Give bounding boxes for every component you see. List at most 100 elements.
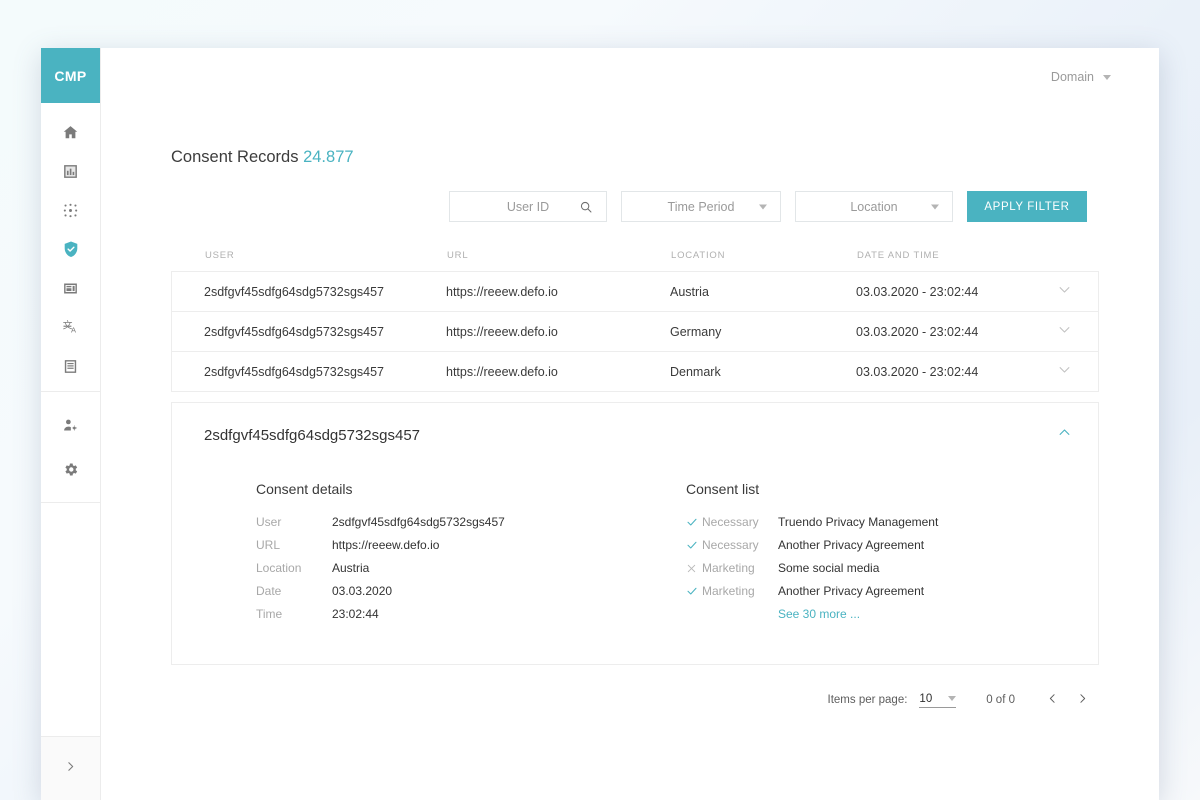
chevron-down-icon (1057, 322, 1072, 342)
expanded-record-header[interactable]: 2sdfgvf45sdfg64sdg5732sgs457 (204, 425, 1072, 445)
page-title: Consent Records 24.877 (171, 148, 1099, 167)
consent-category: Marketing (702, 584, 778, 598)
cell-user: 2sdfgvf45sdfg64sdg5732sgs457 (172, 325, 414, 339)
cell-user: 2sdfgvf45sdfg64sdg5732sgs457 (172, 285, 414, 299)
content-area: Consent Records 24.877 User ID Time Peri… (101, 148, 1159, 713)
detail-value: 2sdfgvf45sdfg64sdg5732sgs457 (332, 515, 505, 529)
apply-filter-button[interactable]: APPLY FILTER (967, 191, 1087, 222)
cell-url: https://reeew.defo.io (414, 365, 638, 379)
chevron-down-icon (948, 696, 956, 701)
sidebar-item-settings[interactable] (53, 456, 89, 482)
sidebar-item-users[interactable] (53, 412, 89, 438)
row-expand-toggle[interactable] (1057, 282, 1098, 302)
cell-location: Austria (638, 285, 824, 299)
chevron-down-icon (1103, 75, 1111, 80)
consent-details-section: Consent details User 2sdfgvf45sdfg64sdg5… (256, 481, 686, 630)
sidebar-secondary-nav (41, 392, 100, 503)
sidebar-spacer (41, 503, 100, 736)
sidebar-item-reports[interactable] (53, 353, 89, 379)
detail-field-url: URL https://reeew.defo.io (256, 538, 686, 552)
see-more-link[interactable]: See 30 more ... (778, 607, 938, 621)
time-period-label: Time Period (668, 200, 735, 214)
search-icon[interactable] (579, 200, 593, 214)
table-row[interactable]: 2sdfgvf45sdfg64sdg5732sgs457 https://ree… (171, 272, 1099, 312)
detail-label: User (256, 515, 332, 529)
row-expand-toggle[interactable] (1057, 362, 1098, 382)
sidebar-expand-toggle[interactable] (41, 736, 100, 800)
cross-icon (686, 563, 702, 574)
expanded-record-panel: 2sdfgvf45sdfg64sdg5732sgs457 Consent det… (171, 402, 1099, 665)
document-list-icon (62, 358, 79, 375)
bar-chart-icon (62, 163, 79, 180)
consent-label: Another Privacy Agreement (778, 584, 924, 598)
column-header-datetime: DATE AND TIME (825, 250, 1025, 261)
column-header-url: URL (415, 250, 639, 261)
sidebar-item-analytics[interactable] (53, 158, 89, 184)
domain-selector-label: Domain (1051, 70, 1094, 84)
detail-field-location: Location Austria (256, 561, 686, 575)
consent-label: Truendo Privacy Management (778, 515, 938, 529)
consent-label: Some social media (778, 561, 879, 575)
chevron-down-icon (931, 204, 939, 209)
user-id-input[interactable]: User ID (449, 191, 607, 222)
consent-list-item: Marketing Another Privacy Agreement (686, 584, 938, 598)
user-id-placeholder: User ID (507, 200, 549, 214)
cell-user: 2sdfgvf45sdfg64sdg5732sgs457 (172, 365, 414, 379)
sidebar-primary-nav: 文 A (41, 103, 100, 392)
detail-field-time: Time 23:02:44 (256, 607, 686, 621)
row-expand-toggle[interactable] (1057, 322, 1098, 342)
cell-datetime: 03.03.2020 - 23:02:44 (824, 325, 1024, 339)
sidebar-item-translations[interactable]: 文 A (53, 314, 89, 340)
sidebar-item-home[interactable] (53, 119, 89, 145)
column-header-user: USER (173, 250, 415, 261)
cell-datetime: 03.03.2020 - 23:02:44 (824, 365, 1024, 379)
column-header-location: LOCATION (639, 250, 825, 261)
translate-icon: 文 A (62, 318, 80, 336)
app-logo-text: CMP (54, 68, 86, 84)
check-icon (686, 539, 702, 551)
topbar: Domain (101, 48, 1159, 106)
consent-category: Necessary (702, 515, 778, 529)
consent-list-item: Necessary Another Privacy Agreement (686, 538, 938, 552)
detail-field-date: Date 03.03.2020 (256, 584, 686, 598)
items-per-page-select[interactable]: 10 (919, 693, 956, 708)
check-icon (686, 516, 702, 528)
location-select[interactable]: Location (795, 191, 953, 222)
sidebar-item-consent[interactable] (53, 236, 89, 262)
expanded-record-title: 2sdfgvf45sdfg64sdg5732sgs457 (204, 427, 420, 444)
row-collapse-toggle[interactable] (1057, 425, 1072, 445)
expanded-record-body: Consent details User 2sdfgvf45sdfg64sdg5… (204, 481, 1072, 630)
consent-category: Marketing (702, 561, 778, 575)
cell-location: Denmark (638, 365, 824, 379)
app-logo[interactable]: CMP (41, 48, 100, 103)
time-period-select[interactable]: Time Period (621, 191, 781, 222)
cell-url: https://reeew.defo.io (414, 285, 638, 299)
pagination: Items per page: 10 0 of 0 (171, 687, 1099, 713)
items-per-page-value: 10 (919, 693, 932, 705)
domain-selector[interactable]: Domain (1051, 70, 1111, 84)
chevron-right-icon (64, 760, 77, 778)
sidebar: CMP (41, 48, 101, 800)
consent-list-item: Marketing Some social media (686, 561, 938, 575)
pagination-next-button[interactable] (1067, 687, 1097, 713)
consent-label: Another Privacy Agreement (778, 538, 924, 552)
consent-category: Necessary (702, 538, 778, 552)
consent-list-section: Consent list Necessary Truendo Privacy M… (686, 481, 938, 630)
chevron-down-icon (1057, 282, 1072, 302)
consent-records-table: USER URL LOCATION DATE AND TIME 2sdfgvf4… (171, 250, 1099, 392)
sidebar-item-scanner[interactable] (53, 197, 89, 223)
location-label: Location (850, 200, 897, 214)
chevron-up-icon (1057, 427, 1072, 444)
sidebar-item-banner[interactable] (53, 275, 89, 301)
cell-datetime: 03.03.2020 - 23:02:44 (824, 285, 1024, 299)
pagination-prev-button[interactable] (1037, 687, 1067, 713)
table-row[interactable]: 2sdfgvf45sdfg64sdg5732sgs457 https://ree… (171, 312, 1099, 352)
consent-list-item: Necessary Truendo Privacy Management (686, 515, 938, 529)
table-row[interactable]: 2sdfgvf45sdfg64sdg5732sgs457 https://ree… (171, 352, 1099, 392)
detail-label: Time (256, 607, 332, 621)
app-window: CMP (41, 48, 1159, 800)
detail-value: 03.03.2020 (332, 584, 392, 598)
home-icon (62, 124, 79, 141)
detail-value: 23:02:44 (332, 607, 379, 621)
detail-label: Date (256, 584, 332, 598)
